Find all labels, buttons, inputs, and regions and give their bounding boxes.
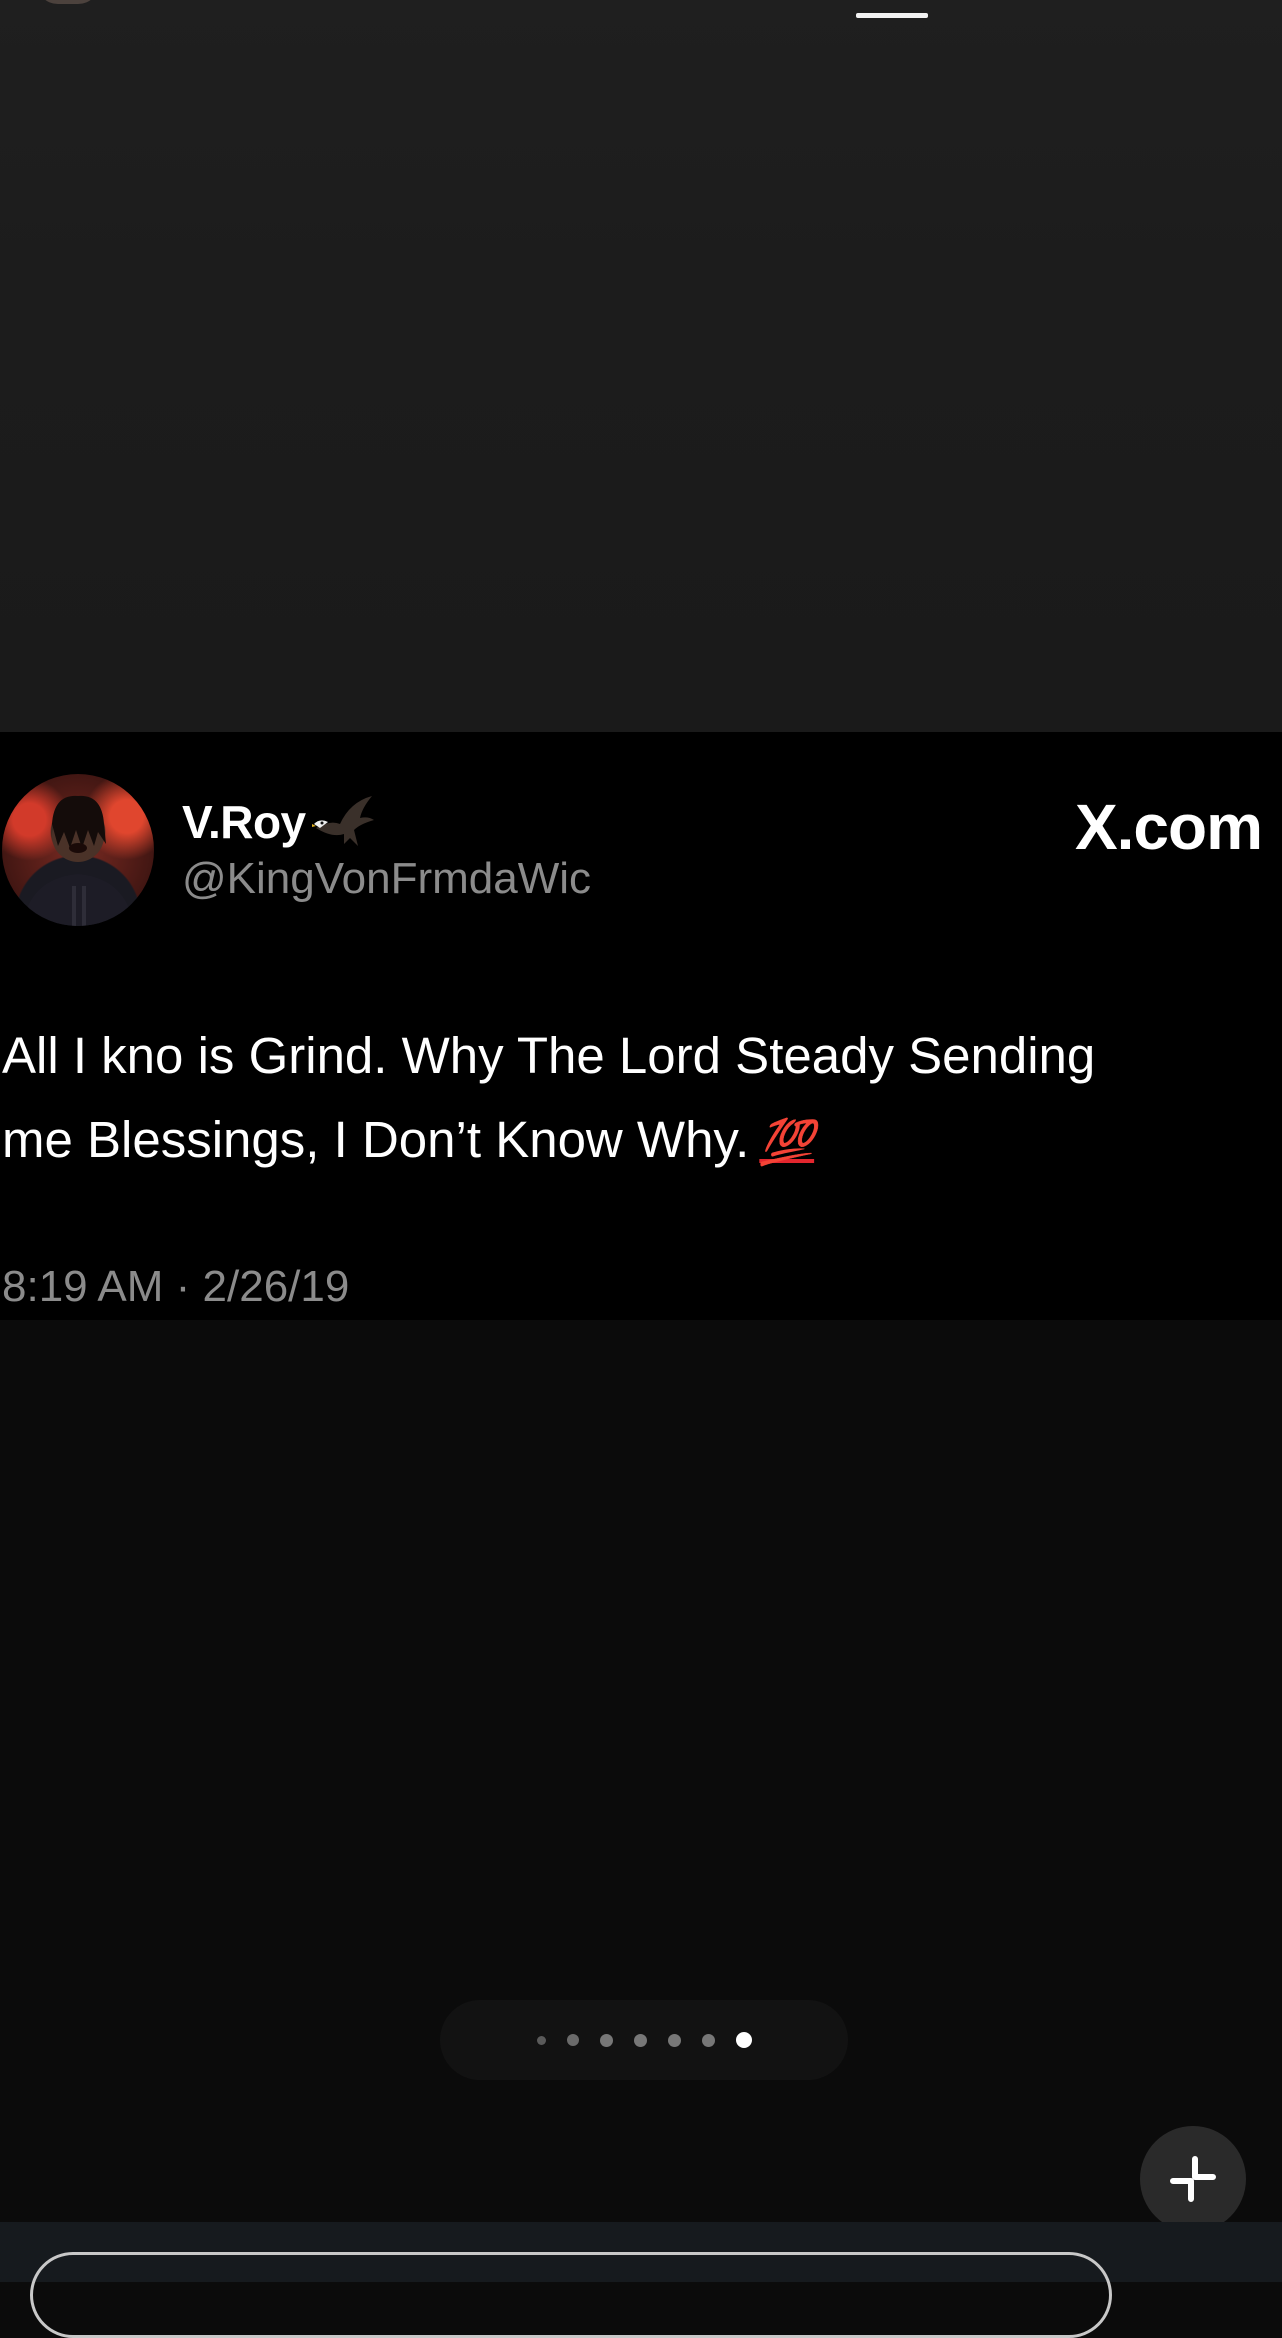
tweet-text-line-2: me Blessings, I Don’t Know Why. 💯 — [2, 1098, 1272, 1185]
reply-input[interactable] — [30, 2252, 1112, 2338]
display-name-row: V.Roy — [182, 794, 376, 850]
display-name: V.Roy — [182, 796, 306, 848]
pager-dot-7-active[interactable] — [735, 2032, 752, 2048]
collapse-fullscreen-icon — [1170, 2156, 1216, 2202]
pager-dot-1[interactable] — [536, 2035, 546, 2045]
tweet-text-line-1: All I kno is Grind. Why The Lord Steady … — [2, 1027, 1096, 1084]
tweet-text: All I kno is Grind. Why The Lord Steady … — [2, 1014, 1272, 1185]
bottom-bar — [0, 2222, 1282, 2338]
carousel-pager[interactable] — [440, 2000, 848, 2080]
pager-dot-4[interactable] — [633, 2033, 647, 2047]
pager-dot-5[interactable] — [667, 2033, 681, 2047]
story-top-area — [0, 0, 1282, 732]
pager-dot-2[interactable] — [566, 2034, 579, 2046]
eagle-icon — [310, 794, 376, 850]
active-tab-indicator — [856, 13, 928, 18]
user-handle: @KingVonFrmdaWic — [182, 854, 592, 903]
pager-dot-3[interactable] — [599, 2033, 613, 2047]
top-avatar-partial — [36, 0, 100, 4]
x-com-watermark: X.com — [1074, 791, 1263, 863]
pager-dot-6[interactable] — [701, 2033, 715, 2047]
avatar — [2, 774, 154, 926]
tweet-screenshot-card: V.Roy @KingVonFrmdaWic X.com All I kno i… — [0, 732, 1282, 1320]
story-bottom-area — [0, 1320, 1282, 2222]
hundred-points-icon: 💯 — [759, 1118, 815, 1167]
collapse-button[interactable] — [1140, 2126, 1246, 2232]
tweet-timestamp: 8:19 AM · 2/26/19 — [2, 1262, 350, 1311]
tweet-text-line-2-text: me Blessings, I Don’t Know Why. — [2, 1111, 750, 1168]
